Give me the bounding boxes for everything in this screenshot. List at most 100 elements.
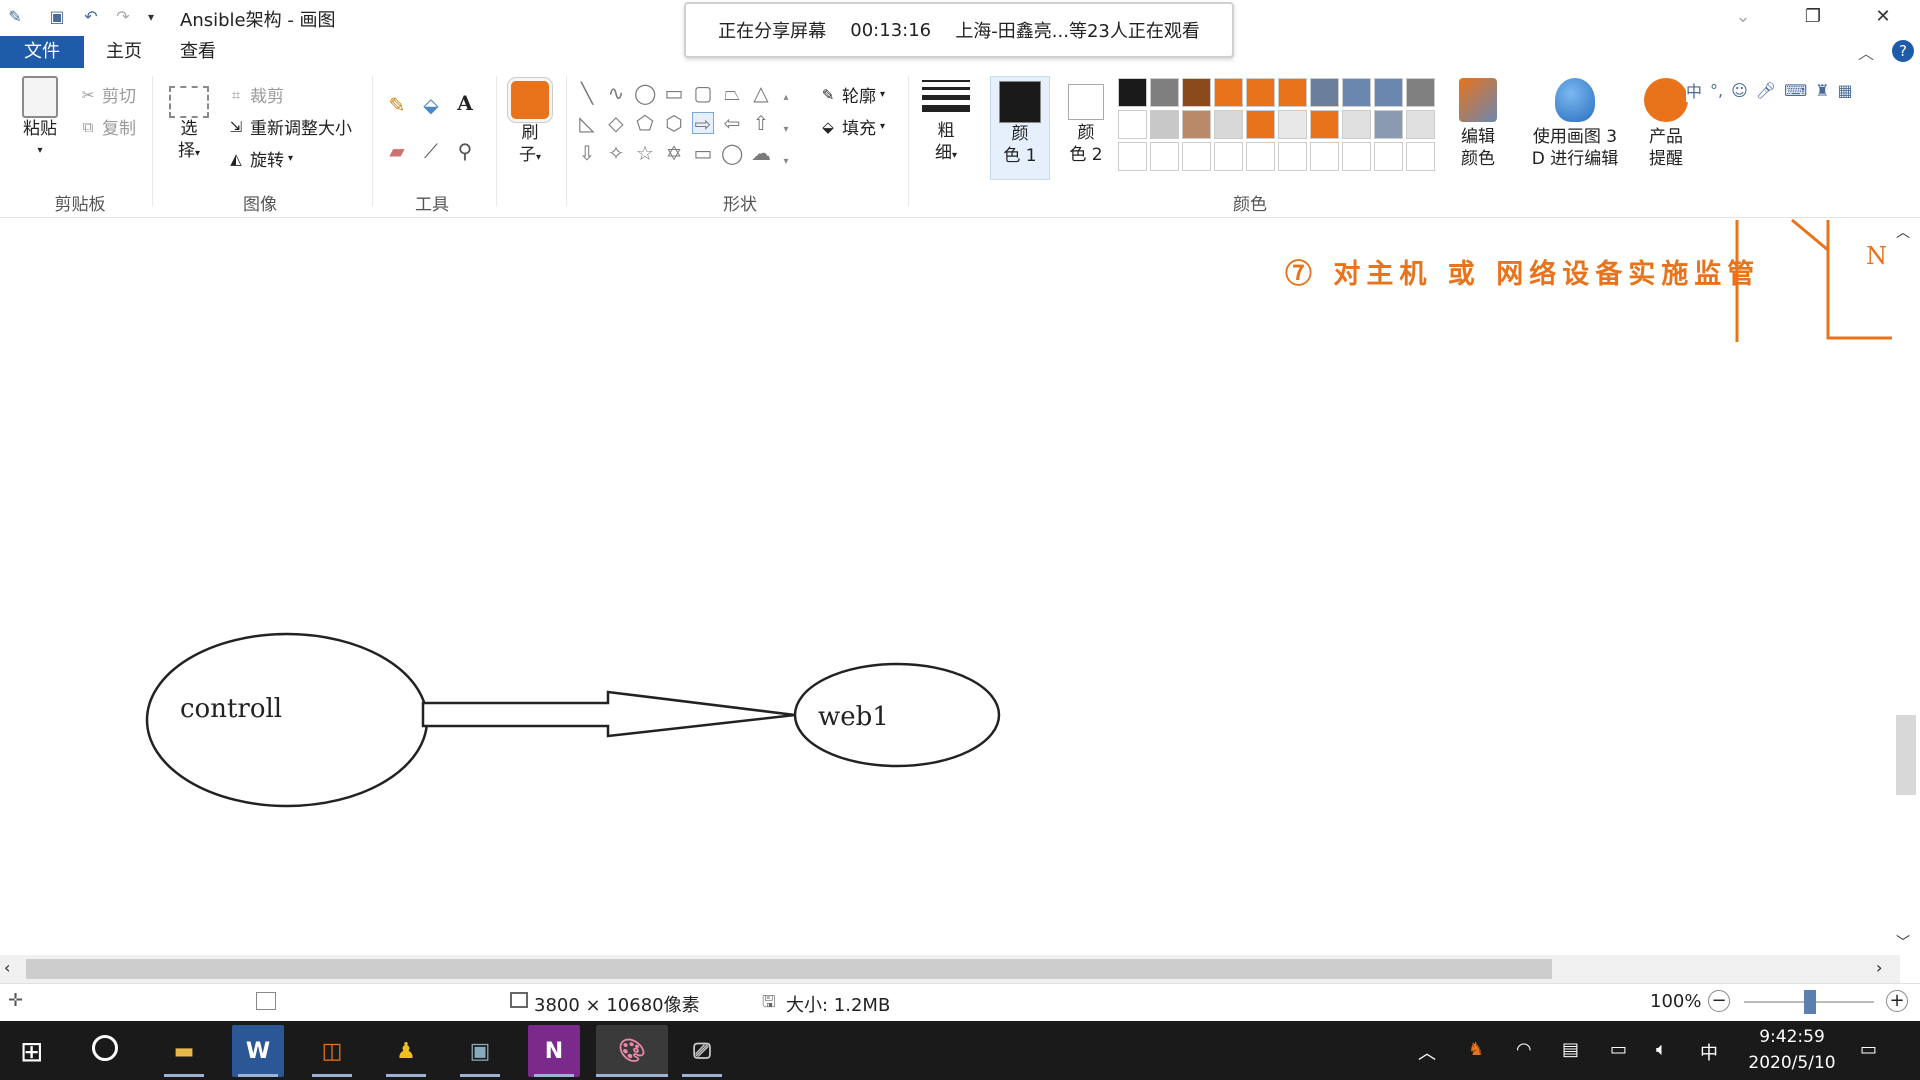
wifi-icon[interactable]: ◠: [1516, 1039, 1532, 1060]
ime-punctuation[interactable]: °,: [1710, 81, 1723, 100]
minimize-button[interactable]: ⌄: [1716, 2, 1770, 32]
color2-button[interactable]: 颜 色 2: [1056, 76, 1116, 166]
microphone-icon[interactable]: 🎤︎: [1756, 81, 1776, 100]
scroll-left-icon[interactable]: ‹: [4, 958, 10, 977]
color-swatch[interactable]: [1278, 142, 1307, 171]
left-arrow-shape-icon[interactable]: ⇦: [721, 112, 743, 134]
save-icon[interactable]: ▣: [46, 6, 68, 28]
color-swatch[interactable]: [1342, 110, 1371, 139]
color-swatch[interactable]: [1214, 110, 1243, 139]
copy-button[interactable]: ⧉ 复制: [78, 114, 136, 140]
tab-file[interactable]: 文件: [0, 36, 84, 68]
color-swatch[interactable]: [1182, 78, 1211, 107]
tray-app-icon[interactable]: ♞: [1468, 1039, 1484, 1060]
zoom-in-button[interactable]: +: [1886, 990, 1908, 1012]
color-swatch[interactable]: [1246, 142, 1275, 171]
product-alert-button[interactable]: 产品 提醒: [1640, 78, 1692, 170]
scroll-down-icon[interactable]: ﹀: [1896, 932, 1910, 952]
file-explorer-icon[interactable]: ▬: [158, 1025, 210, 1077]
skin-icon[interactable]: ♜: [1815, 81, 1829, 100]
crop-button[interactable]: ⌗ 裁剪: [226, 82, 284, 108]
color-swatch[interactable]: [1214, 142, 1243, 171]
magnifier-icon[interactable]: ⚲: [454, 140, 476, 162]
color-swatch[interactable]: [1310, 142, 1339, 171]
color-swatch[interactable]: [1182, 110, 1211, 139]
right-triangle-shape-icon[interactable]: ◺: [576, 112, 598, 134]
six-point-star-shape-icon[interactable]: ✡: [663, 142, 685, 164]
help-icon[interactable]: ?: [1892, 40, 1914, 62]
color-swatch[interactable]: [1118, 142, 1147, 171]
emoji-icon[interactable]: ☺: [1731, 81, 1748, 100]
polygon-shape-icon[interactable]: ⏢: [721, 82, 743, 104]
customize-quick-access-icon[interactable]: ▾: [140, 6, 162, 28]
tray-overflow-icon[interactable]: ︿: [1418, 1039, 1436, 1065]
color-swatch[interactable]: [1118, 110, 1147, 139]
color-swatch[interactable]: [1342, 78, 1371, 107]
pencil-icon[interactable]: ✎: [386, 94, 408, 116]
color-picker-icon[interactable]: ⟋: [420, 140, 442, 162]
scroll-right-icon[interactable]: ›: [1876, 958, 1882, 977]
eraser-icon[interactable]: ▰: [386, 140, 408, 162]
collapse-ribbon-icon[interactable]: ︿: [1858, 40, 1874, 64]
word-icon[interactable]: W: [232, 1025, 284, 1077]
cloud-callout-shape-icon[interactable]: ☁: [750, 142, 772, 164]
rotate-button[interactable]: ◭ 旋转 ▾: [226, 146, 293, 172]
color-swatch[interactable]: [1374, 142, 1403, 171]
horizontal-scroll-thumb[interactable]: [26, 959, 1552, 979]
horizontal-scrollbar[interactable]: ‹ ›: [0, 955, 1900, 983]
cut-button[interactable]: ✂ 剪切: [78, 82, 136, 108]
callout-oval-shape-icon[interactable]: ◯: [721, 142, 743, 164]
color-swatch[interactable]: [1374, 110, 1403, 139]
color-swatch[interactable]: [1310, 110, 1339, 139]
grid-icon[interactable]: ▦: [1838, 81, 1853, 100]
color-swatch[interactable]: [1310, 78, 1339, 107]
paint-taskbar-icon[interactable]: 🎨︎: [596, 1025, 668, 1077]
five-point-star-shape-icon[interactable]: ☆: [634, 142, 656, 164]
fill-button[interactable]: ⬙ 填充 ▾: [818, 114, 885, 140]
color-swatch[interactable]: [1278, 110, 1307, 139]
line-shape-icon[interactable]: ╲: [576, 82, 598, 104]
color-swatch[interactable]: [1278, 78, 1307, 107]
restore-button[interactable]: ❐: [1786, 2, 1840, 32]
input-language[interactable]: 中: [1700, 1039, 1718, 1065]
vertical-scrollbar[interactable]: ︿ ﹀: [1892, 220, 1920, 955]
fill-bucket-icon[interactable]: ⬙: [420, 94, 442, 116]
color-swatch[interactable]: [1342, 142, 1371, 171]
down-arrow-shape-icon[interactable]: ⇩: [576, 142, 598, 164]
pentagon-shape-icon[interactable]: ⬠: [634, 112, 656, 134]
tab-view[interactable]: 查看: [158, 36, 238, 68]
tab-home[interactable]: 主页: [84, 36, 164, 68]
color-swatch[interactable]: [1214, 78, 1243, 107]
notification-icon[interactable]: ▭: [1860, 1039, 1877, 1060]
vmware-icon[interactable]: ◫: [306, 1025, 358, 1077]
redo-icon[interactable]: ↷: [112, 6, 134, 28]
triangle-shape-icon[interactable]: △: [750, 82, 772, 104]
diamond-shape-icon[interactable]: ◇: [605, 112, 627, 134]
close-button[interactable]: ✕: [1856, 2, 1910, 32]
zoom-slider-thumb[interactable]: [1804, 990, 1816, 1014]
rectangle-shape-icon[interactable]: ▭: [663, 82, 685, 104]
color-swatch[interactable]: [1406, 142, 1435, 171]
callout-rect-shape-icon[interactable]: ▭: [692, 142, 714, 164]
resize-button[interactable]: ⇲ 重新调整大小: [226, 114, 352, 140]
color-swatch[interactable]: [1246, 110, 1275, 139]
notepad-n-icon[interactable]: N: [528, 1025, 580, 1077]
ime-language[interactable]: 中: [1686, 78, 1702, 102]
edit-colors-button[interactable]: 编辑 颜色: [1452, 78, 1504, 170]
curve-shape-icon[interactable]: ∿: [605, 82, 627, 104]
hexagon-shape-icon[interactable]: ⬡: [663, 112, 685, 134]
four-point-star-shape-icon[interactable]: ✧: [605, 142, 627, 164]
undo-icon[interactable]: ↶: [80, 6, 102, 28]
rounded-rectangle-shape-icon[interactable]: ▢: [692, 82, 714, 104]
color-swatch[interactable]: [1246, 78, 1275, 107]
zoom-out-button[interactable]: −: [1708, 990, 1730, 1012]
tray-monitor-icon[interactable]: ▤: [1562, 1039, 1579, 1060]
screenshot-app-icon[interactable]: ▣: [454, 1025, 506, 1077]
color-swatch[interactable]: [1150, 142, 1179, 171]
keyboard-icon[interactable]: ⌨: [1784, 81, 1807, 100]
color-swatch[interactable]: [1406, 78, 1435, 107]
size-button[interactable]: 粗 细▾: [918, 80, 974, 167]
color-swatch[interactable]: [1406, 110, 1435, 139]
right-arrow-shape-icon[interactable]: ⇨: [692, 112, 714, 135]
color-swatch[interactable]: [1150, 78, 1179, 107]
